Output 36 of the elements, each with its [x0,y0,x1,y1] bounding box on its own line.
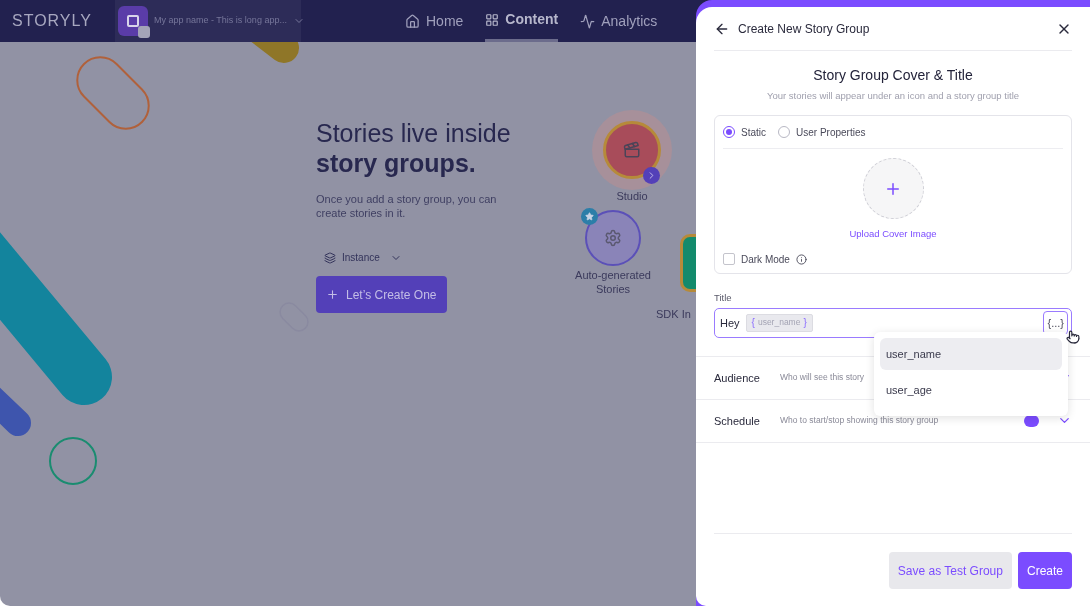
drawer-title: Create New Story Group [738,20,870,38]
logo[interactable]: STORYLY [12,9,92,33]
section-subtitle: Your stories will appear under an icon and a story group title [765,89,1021,103]
layers-icon [324,251,336,264]
plus-icon [326,288,339,301]
app-logo-icon [118,6,148,36]
chevron-badge-icon [643,167,660,184]
save-as-test-button[interactable]: Save as Test Group [888,552,1012,589]
field-label: Title [714,290,733,305]
field-value: Hey [720,315,740,331]
menu-item[interactable]: user_name [880,338,1062,370]
feature-label: Auto-generated Stories [574,268,652,296]
gear-icon [604,229,622,247]
checkbox[interactable] [723,253,735,265]
grid-icon [485,12,500,27]
radio-option[interactable]: Static [723,124,766,140]
feature-label: Studio [616,189,648,204]
info-icon[interactable] [795,253,807,265]
variable-chip: { user_name } [745,313,813,332]
star-badge-icon [581,208,598,225]
create-button[interactable]: Let’s Create One [316,276,447,313]
pulse-icon [580,13,596,29]
upload-link[interactable]: Upload Cover Image [849,227,937,242]
nav-tab[interactable]: Home [405,0,464,42]
instance-dropdown[interactable]: Instance [324,250,402,265]
app-name: My app name - This is long app... [154,14,287,28]
home-icon [405,13,420,29]
radio-option[interactable]: User Properties [778,124,866,140]
camera-icon [623,141,641,159]
feature-label: SDK In [656,307,691,322]
checkbox-label: Dark Mode [741,252,790,267]
section-title: Story Group Cover & Title [812,66,974,85]
empty-state-description: Once you add a story group, you can create stories in it. [316,192,498,220]
create-button[interactable]: Create [1017,552,1072,589]
empty-state-heading: Stories live inside story groups. [316,118,512,178]
nav-tab[interactable]: Analytics [580,0,658,42]
